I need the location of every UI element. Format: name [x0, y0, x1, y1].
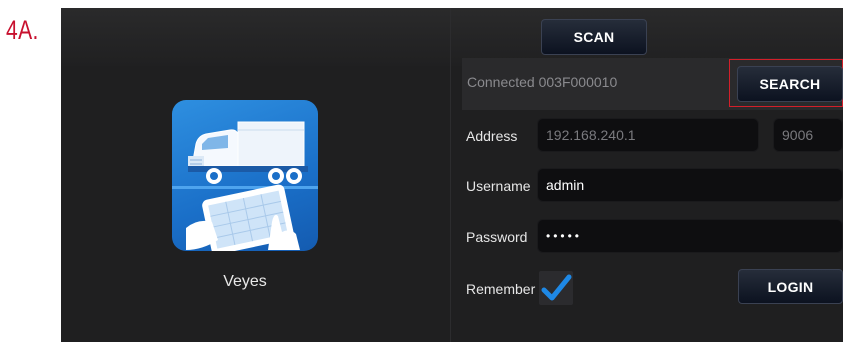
address-input[interactable]: 192.168.240.1 — [537, 118, 759, 152]
remember-checkbox[interactable] — [539, 271, 573, 305]
search-button[interactable]: SEARCH — [737, 66, 843, 102]
panel-divider — [450, 8, 451, 342]
checkmark-icon — [541, 274, 572, 301]
remember-label: Remember — [466, 281, 536, 297]
password-label: Password — [466, 229, 528, 245]
connection-status: Connected 003F000010 — [467, 74, 618, 90]
scan-button[interactable]: SCAN — [541, 19, 647, 55]
password-input[interactable]: ••••• — [537, 219, 843, 253]
username-input[interactable]: admin — [537, 168, 843, 202]
address-label: Address — [466, 128, 518, 144]
truck-tablet-app-icon — [172, 100, 318, 251]
app-name: Veyes — [223, 273, 267, 290]
login-button[interactable]: LOGIN — [738, 269, 843, 304]
step-label: 4A. — [6, 15, 39, 45]
app-info-panel: Veyes — [61, 8, 451, 342]
port-input[interactable]: 9006 — [773, 118, 843, 152]
username-label: Username — [466, 178, 531, 194]
